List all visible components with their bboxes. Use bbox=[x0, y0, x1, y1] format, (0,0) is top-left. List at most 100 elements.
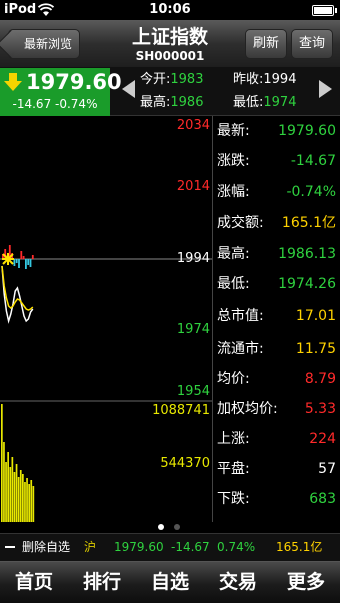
status-bar: iPod 10:06 bbox=[0, 0, 340, 20]
axis-label-1994: 1994 bbox=[176, 251, 210, 266]
watchlist-bar: 删除自选 沪 1979.60 -14.67 0.74% 165.1亿 bbox=[0, 533, 340, 561]
stat-value: 165.1亿 bbox=[281, 215, 336, 231]
stat-value: 1974.26 bbox=[278, 276, 336, 292]
quote-bar: 1979.60 -14.67 -0.74% 今开:1983 昨收:1994 最高… bbox=[0, 68, 340, 116]
tab-home[interactable]: 首页 bbox=[0, 562, 68, 603]
stat-label: 均价: bbox=[217, 371, 250, 387]
clock: 10:06 bbox=[149, 2, 191, 17]
volume-bar bbox=[5, 462, 7, 522]
stats-panel: 最新: 1979.60 涨跌: -14.67 涨幅: -0.74% 成交额: 165.1… bbox=[212, 116, 340, 522]
stat-unchanged: 平盘: 57 bbox=[213, 455, 340, 484]
stat-weighted-avg: 加权均价: 5.33 bbox=[213, 395, 340, 424]
flow-bar bbox=[13, 259, 16, 266]
volume-axis-mid: 544370 bbox=[160, 456, 210, 471]
volume-bars bbox=[1, 404, 35, 522]
watchlist-amount: 165.1亿 bbox=[276, 540, 323, 554]
high-label: 最高: bbox=[140, 95, 171, 110]
stat-label: 涨幅: bbox=[217, 184, 250, 200]
axis-label-1954: 1954 bbox=[176, 384, 210, 399]
stat-value: 1979.60 bbox=[278, 123, 336, 139]
nav-bar: 最新浏览 上证指数 SH000001 刷新 查询 bbox=[0, 20, 340, 68]
stat-value: 224 bbox=[309, 431, 336, 447]
flow-bar bbox=[31, 255, 34, 259]
high-value: 1986 bbox=[170, 95, 204, 110]
stat-change-pct: 涨幅: -0.74% bbox=[213, 178, 340, 207]
tab-bar: 首页 排行 自选 交易 更多 bbox=[0, 561, 340, 603]
volume-axis-max: 1088741 bbox=[152, 403, 210, 418]
tab-trade[interactable]: 交易 bbox=[204, 562, 272, 603]
stat-label: 最新: bbox=[217, 123, 250, 139]
prev-stock-arrow-icon[interactable] bbox=[122, 80, 135, 98]
watchlist-change: -14.67 bbox=[171, 540, 210, 554]
axis-label-2014: 2014 bbox=[176, 179, 210, 194]
tab-ranking[interactable]: 排行 bbox=[68, 562, 136, 603]
flow-bar bbox=[25, 259, 27, 269]
volume-bar bbox=[26, 478, 28, 522]
high-price: 最高:1986 bbox=[140, 95, 203, 111]
tab-more[interactable]: 更多 bbox=[272, 562, 340, 603]
market-tag: 沪 bbox=[84, 540, 97, 554]
stat-low: 最低: 1974.26 bbox=[213, 270, 340, 299]
volume-bar bbox=[30, 480, 33, 522]
next-stock-arrow-icon[interactable] bbox=[319, 80, 332, 98]
prev-close: 昨收:1994 bbox=[233, 72, 296, 88]
open-label: 今开: bbox=[140, 72, 171, 87]
stat-value: 8.79 bbox=[304, 371, 336, 387]
watchlist-percent: 0.74% bbox=[217, 540, 256, 554]
remove-watchlist-button[interactable]: 删除自选 bbox=[22, 534, 70, 561]
stat-float-cap: 流通市: 11.75 bbox=[213, 335, 340, 364]
stat-decliners: 下跌: 683 bbox=[213, 485, 340, 514]
flow-bar bbox=[22, 256, 25, 259]
stat-turnover: 成交额: 165.1亿 bbox=[213, 209, 340, 238]
query-button[interactable]: 查询 bbox=[291, 29, 333, 59]
axis-label-2034: 2034 bbox=[176, 118, 210, 133]
stat-high: 最高: 1986.13 bbox=[213, 240, 340, 269]
volume-bar bbox=[19, 470, 22, 522]
stat-label: 上涨: bbox=[217, 431, 250, 447]
stock-code: SH000001 bbox=[135, 49, 205, 63]
refresh-button[interactable]: 刷新 bbox=[245, 29, 287, 59]
prev-close-label: 昨收: bbox=[233, 72, 264, 87]
page-dot bbox=[174, 524, 180, 530]
page-dot-active bbox=[158, 524, 164, 530]
back-button[interactable]: 最新浏览 bbox=[8, 29, 80, 59]
stat-label: 最低: bbox=[217, 276, 250, 292]
stat-value: 11.75 bbox=[295, 341, 336, 357]
stat-avg-price: 均价: 8.79 bbox=[213, 365, 340, 394]
volume-bar bbox=[3, 442, 5, 522]
volume-bar bbox=[9, 467, 12, 522]
stat-latest: 最新: 1979.60 bbox=[213, 117, 340, 146]
stat-label: 最高: bbox=[217, 246, 250, 262]
flow-bar bbox=[29, 259, 32, 267]
flow-bar bbox=[18, 259, 20, 268]
crosshair-marker-icon bbox=[2, 253, 14, 265]
volume-bar bbox=[1, 404, 3, 522]
page-indicator[interactable] bbox=[155, 522, 185, 532]
volume-bar bbox=[13, 472, 16, 522]
back-button-label: 最新浏览 bbox=[23, 37, 72, 51]
stat-label: 总市值: bbox=[217, 308, 264, 324]
open-price: 今开:1983 bbox=[140, 72, 203, 88]
flow-bar bbox=[15, 259, 18, 263]
battery-icon bbox=[312, 5, 337, 16]
page-title: 上证指数 bbox=[131, 26, 208, 48]
stat-label: 成交额: bbox=[217, 215, 264, 231]
stat-value: -14.67 bbox=[290, 153, 336, 169]
price-box: 1979.60 -14.67 -0.74% bbox=[0, 68, 122, 116]
low-value: 1974 bbox=[263, 95, 297, 110]
volume-bar bbox=[7, 452, 9, 522]
stat-label: 涨跌: bbox=[217, 153, 250, 169]
minus-icon[interactable] bbox=[5, 546, 15, 548]
low-price: 最低:1974 bbox=[233, 95, 296, 111]
volume-bar bbox=[24, 482, 26, 522]
tab-watchlist[interactable]: 自选 bbox=[136, 562, 204, 603]
volume-bar bbox=[22, 474, 24, 522]
stat-label: 加权均价: bbox=[217, 401, 278, 417]
volume-bar bbox=[17, 477, 20, 522]
intraday-chart[interactable]: 2034 2014 1994 1974 1954 1088741 544370 bbox=[0, 116, 212, 522]
down-arrow-icon bbox=[4, 73, 22, 91]
stat-value: 683 bbox=[309, 491, 336, 507]
stat-label: 平盘: bbox=[217, 461, 250, 477]
stat-market-cap: 总市值: 17.01 bbox=[213, 302, 340, 331]
volume-bar bbox=[28, 484, 30, 522]
